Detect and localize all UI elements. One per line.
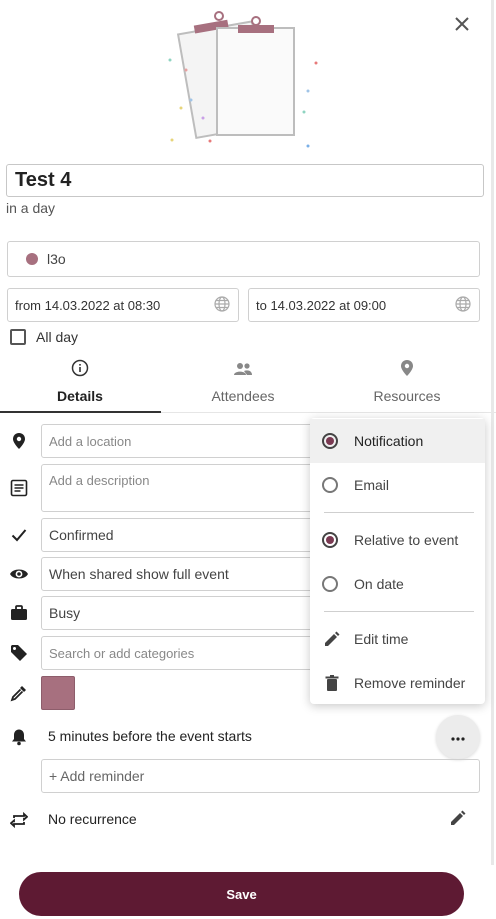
check-icon [9,525,29,545]
menu-item-label: Notification [354,433,424,449]
menu-item-edit-time[interactable]: Edit time [310,617,485,661]
menu-item-notification[interactable]: Notification [310,419,485,463]
menu-item-label: Relative to event [354,532,459,548]
event-color-swatch[interactable] [41,676,75,710]
radio-checked-icon [322,532,338,548]
location-pin-icon [9,431,29,451]
bell-icon [9,727,29,747]
pencil-icon [450,810,466,831]
menu-divider [324,512,474,513]
close-button[interactable] [450,14,474,38]
eye-icon [9,564,29,584]
start-date-field[interactable]: from 14.03.2022 at 08:30 [7,288,239,322]
event-title-input[interactable]: Test 4 [6,164,484,197]
menu-item-label: On date [354,576,404,592]
tab-label: Attendees [211,388,275,404]
timezone-globe-icon[interactable] [455,295,471,315]
more-horizontal-icon [451,728,465,746]
reminder-options-menu: Notification Email Relative to event On … [310,418,485,704]
radio-unchecked-icon [322,477,338,493]
radio-unchecked-icon [322,576,338,592]
scrollbar[interactable] [491,0,494,865]
start-date-text: from 14.03.2022 at 08:30 [15,297,161,313]
menu-item-remove-reminder[interactable]: Remove reminder [310,661,485,705]
tag-icon [9,643,29,663]
menu-item-email[interactable]: Email [310,463,485,507]
menu-item-label: Edit time [354,631,409,647]
trash-icon [322,675,342,691]
close-icon [455,16,469,36]
save-button[interactable]: Save [19,872,464,916]
tab-resources[interactable]: Resources [327,358,487,412]
recurrence-text: No recurrence [48,811,137,827]
briefcase-icon [9,603,29,623]
active-tab-indicator [0,411,161,413]
end-date-field[interactable]: to 14.03.2022 at 09:00 [248,288,480,322]
reminder-more-button[interactable] [436,715,480,759]
pencil-icon [322,631,342,647]
info-icon [71,359,89,380]
relative-time-label: in a day [6,200,56,216]
calendar-color-dot [26,253,38,265]
edit-recurrence-button[interactable] [446,808,470,832]
menu-item-label: Email [354,477,390,493]
timezone-globe-icon[interactable] [214,295,230,315]
empty-content-illustration [160,8,330,153]
tab-attendees[interactable]: Attendees [163,358,323,412]
repeat-icon [9,810,29,830]
people-icon [233,361,253,380]
color-picker-icon [9,683,29,703]
end-date-text: to 14.03.2022 at 09:00 [256,297,387,313]
reminder-text: 5 minutes before the event starts [48,728,252,744]
tab-label: Resources [373,388,441,404]
menu-item-label: Remove reminder [354,675,466,691]
tab-details[interactable]: Details [0,358,160,412]
menu-divider [324,611,474,612]
calendar-name: l3o [47,251,66,267]
menu-item-relative-to-event[interactable]: Relative to event [310,518,485,562]
location-pin-icon [400,359,414,380]
description-icon [9,478,29,498]
all-day-checkbox[interactable] [10,329,26,345]
radio-checked-icon [322,433,338,449]
menu-item-on-date[interactable]: On date [310,562,485,606]
calendar-picker[interactable]: l3o [7,241,480,277]
all-day-label: All day [36,329,79,345]
tab-label: Details [57,388,103,404]
add-reminder-button[interactable]: + Add reminder [41,759,480,793]
